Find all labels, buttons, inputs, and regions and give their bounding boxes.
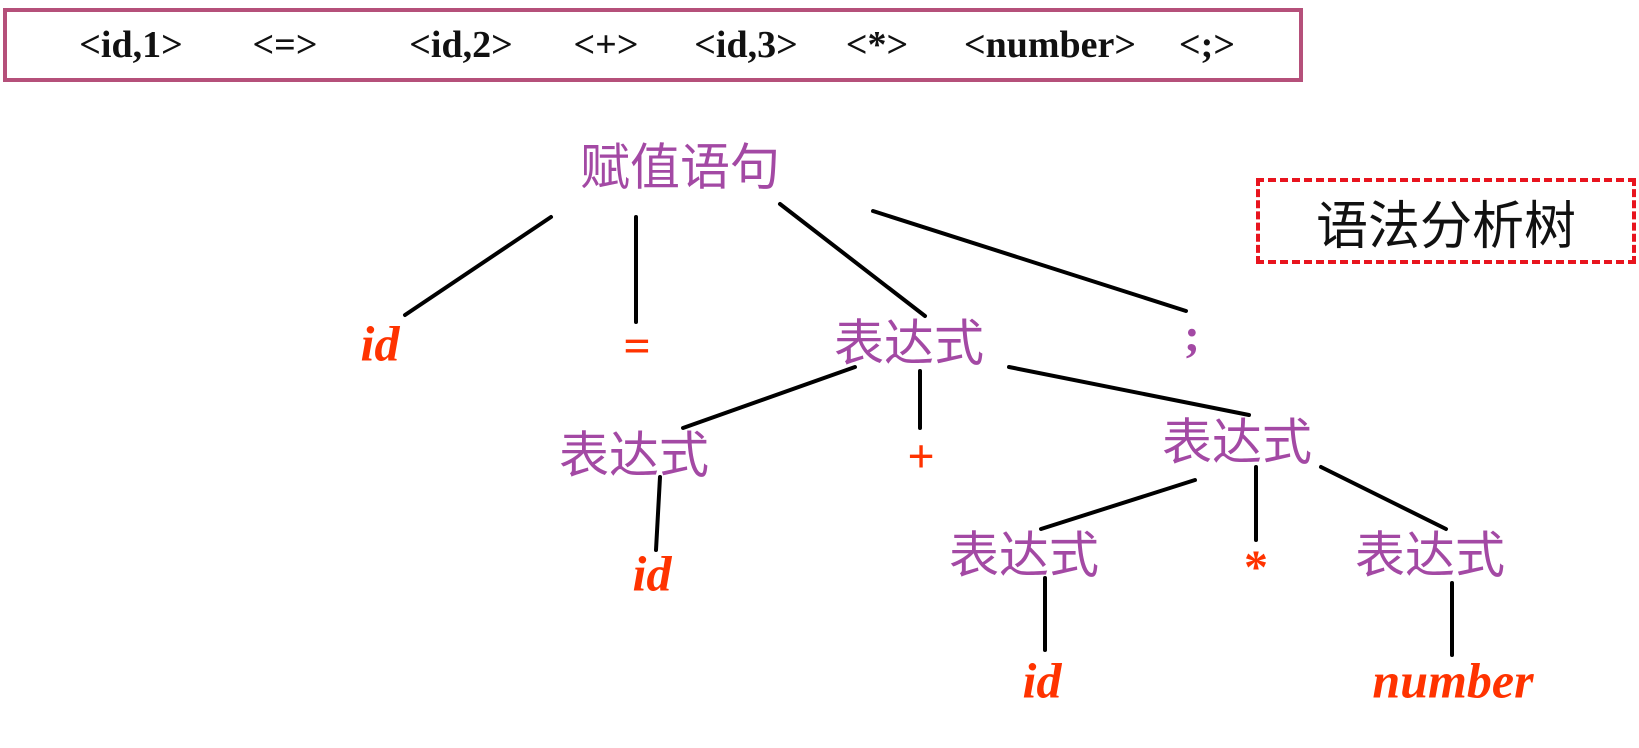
node-expr-right: 表达式 (1162, 414, 1312, 472)
node-expr-left: 表达式 (559, 427, 709, 485)
node-assign: = (623, 320, 650, 373)
node-number: number (1372, 652, 1534, 708)
edge-root-id (403, 215, 553, 317)
edge-root-semicolon (871, 209, 1188, 313)
edge-exprright-expr2 (1319, 465, 1448, 531)
edge-expr-expr-left (681, 365, 857, 430)
node-id-1: id (361, 315, 401, 371)
node-expr-mul-right: 表达式 (1355, 527, 1505, 585)
node-semicolon: ; (1184, 309, 1200, 362)
legend-label: 语法分析树 (1315, 196, 1576, 257)
node-plus: + (907, 430, 934, 483)
edge-exprright-expr (1039, 478, 1197, 531)
node-times: * (1244, 541, 1268, 594)
parse-tree: 赋值语句 id = 表达式 ; 表达式 + 表达式 id 表达式 * 表达式 i… (361, 139, 1535, 709)
edge-expr-expr-right (1007, 365, 1251, 417)
node-id-2: id (633, 545, 673, 601)
legend-box: 语法分析树 (1256, 178, 1636, 264)
node-expr-top: 表达式 (834, 315, 984, 373)
node-id-3: id (1023, 652, 1063, 708)
edge-exprleft-id (654, 475, 662, 552)
node-expr-mul-left: 表达式 (949, 527, 1099, 585)
node-assignment-statement: 赋值语句 (580, 139, 780, 197)
